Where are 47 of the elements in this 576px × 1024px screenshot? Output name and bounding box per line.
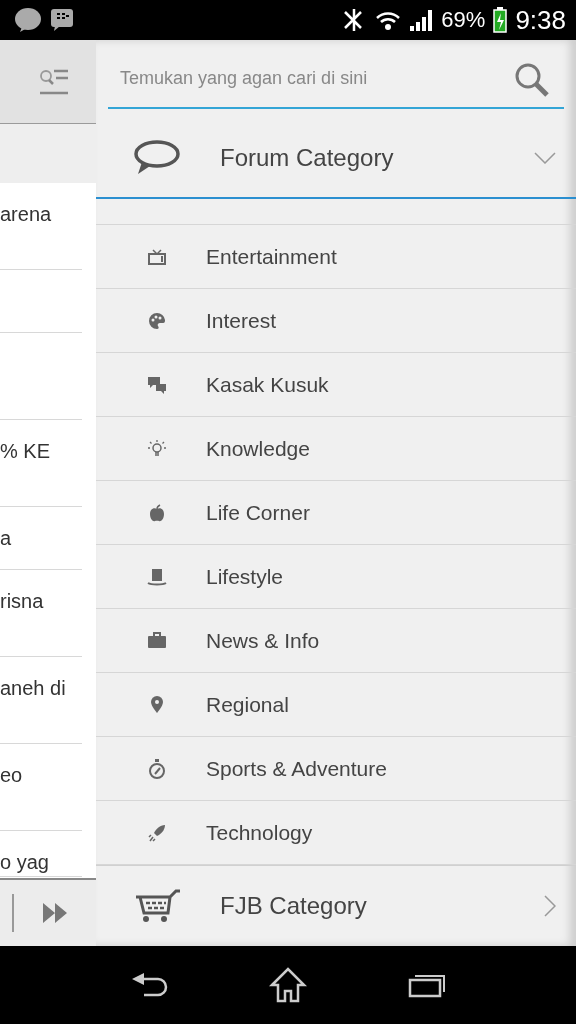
expand-chevron-icon[interactable] [534, 152, 556, 164]
map-pin-icon [150, 695, 164, 714]
thread-title[interactable]: % KE [0, 440, 51, 462]
apple-icon [148, 503, 166, 522]
recent-apps-icon[interactable] [407, 972, 446, 998]
top-hat-icon [147, 567, 167, 586]
category-item[interactable]: Kasak Kusuk [96, 353, 576, 417]
thread-title[interactable]: eo [0, 764, 23, 786]
category-item[interactable]: Lifestyle [96, 545, 576, 609]
battery-percent: 69% [441, 7, 486, 33]
thread-title[interactable]: risna [0, 590, 44, 612]
expand-chevron-right-icon[interactable] [544, 895, 556, 917]
category-item[interactable]: Interest [96, 289, 576, 353]
clock: 9:38 [515, 4, 566, 36]
back-icon[interactable] [130, 971, 169, 999]
chat-bubbles-icon [147, 375, 167, 394]
briefcase-icon [147, 632, 167, 649]
signal-icon [409, 8, 434, 32]
home-icon[interactable] [269, 967, 307, 1003]
category-title: Forum Category [220, 144, 395, 172]
rocket-icon [148, 823, 166, 842]
thread-title[interactable]: o yag [0, 851, 49, 873]
tv-icon [148, 248, 166, 265]
thread-title[interactable]: a [0, 527, 12, 549]
shopping-cart-icon [134, 889, 180, 923]
category-item[interactable]: Knowledge [96, 417, 576, 481]
thread-title[interactable]: arena [0, 203, 52, 225]
chat-app-icon [14, 7, 42, 33]
messenger-icon [50, 8, 74, 32]
search-field[interactable]: Temukan yang agan cari di sini [108, 50, 564, 109]
category-title: FJB Category [220, 892, 368, 920]
compass-icon [148, 758, 166, 779]
category-item[interactable]: Regional [96, 673, 576, 737]
fast-forward-icon[interactable] [42, 901, 68, 925]
battery-charging-icon [493, 7, 508, 33]
category-item[interactable]: Entertainment [96, 225, 576, 289]
search-icon[interactable] [514, 61, 550, 98]
palette-icon [148, 311, 166, 330]
category-item[interactable]: News & Info [96, 609, 576, 673]
search-list-icon[interactable] [38, 67, 70, 96]
lightbulb-icon [147, 438, 167, 459]
category-item[interactable]: Life Corner [96, 481, 576, 545]
category-item[interactable]: Technology [96, 801, 576, 865]
category-item[interactable]: Sports & Adventure [96, 737, 576, 801]
thread-title[interactable]: aneh di [0, 677, 66, 699]
category-header[interactable]: Forum Category [96, 119, 576, 199]
speech-bubble-icon [134, 140, 180, 176]
